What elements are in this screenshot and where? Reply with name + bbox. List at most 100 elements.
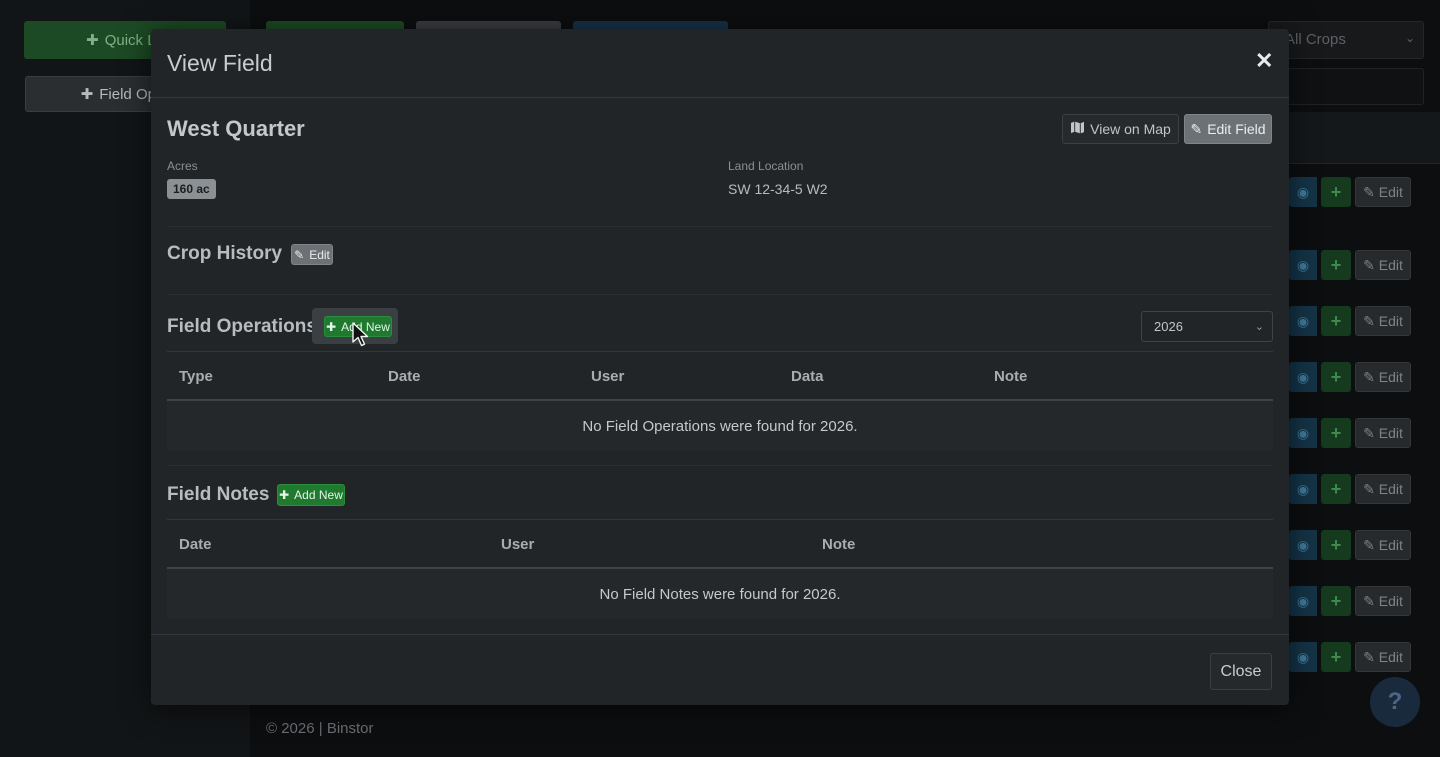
edit-button[interactable]: ✎ Edit (1355, 362, 1411, 392)
close-icon[interactable]: ✕ (1255, 50, 1273, 72)
edit-button[interactable]: ✎ Edit (1355, 474, 1411, 504)
land-location-label: Land Location (728, 159, 804, 173)
add-button[interactable]: + (1321, 530, 1351, 560)
divider (167, 226, 1273, 227)
edit-button[interactable]: ✎ Edit (1355, 418, 1411, 448)
eye-icon[interactable]: ◉ (1289, 362, 1317, 392)
edit-button[interactable]: ✎ Edit (1355, 642, 1411, 672)
view-on-map-button[interactable]: View on Map (1062, 114, 1179, 144)
help-button[interactable]: ? (1370, 677, 1420, 727)
eye-icon[interactable]: ◉ (1289, 642, 1317, 672)
edit-label: Edit (1378, 537, 1403, 553)
crop-history-title: Crop History (167, 243, 283, 264)
eye-icon[interactable]: ◉ (1289, 586, 1317, 616)
pencil-icon: ✎ (1363, 424, 1375, 441)
column-header-date: Date (388, 368, 421, 385)
field-notes-table-header: Date User Note (167, 519, 1273, 569)
add-button[interactable]: + (1321, 306, 1351, 336)
modal-footer: Close (151, 634, 1289, 705)
edit-label: Edit (1378, 425, 1403, 441)
edit-label: Edit (1378, 649, 1403, 665)
view-on-map-label: View on Map (1090, 121, 1171, 137)
top-button-blue[interactable] (573, 21, 728, 29)
add-button[interactable]: + (1321, 642, 1351, 672)
modal-title: View Field (167, 50, 273, 76)
crop-history-edit-button[interactable]: ✎ Edit (291, 244, 333, 265)
acres-badge: 160 ac (167, 179, 216, 199)
field-notes-empty-row: No Field Notes were found for 2026. (167, 569, 1273, 619)
add-button[interactable]: + (1321, 586, 1351, 616)
pencil-icon: ✎ (1190, 120, 1203, 137)
column-header-data: Data (791, 368, 824, 385)
add-button[interactable]: + (1321, 362, 1351, 392)
chevron-down-icon: ⌄ (1404, 31, 1415, 45)
crop-history-edit-label: Edit (309, 247, 330, 262)
table-row-actions: ◉ + ✎ Edit (1289, 250, 1429, 280)
map-icon (1070, 121, 1085, 137)
plus-icon: ✚ (86, 32, 99, 49)
search-input[interactable] (1268, 68, 1424, 105)
edit-label: Edit (1378, 257, 1403, 273)
edit-button[interactable]: ✎ Edit (1355, 306, 1411, 336)
table-row-actions: ◉ + ✎ Edit (1289, 642, 1429, 672)
view-field-modal: View Field ✕ West Quarter View on Map ✎ … (151, 29, 1289, 705)
land-location-value: SW 12-34-5 W2 (728, 181, 828, 197)
edit-button[interactable]: ✎ Edit (1355, 177, 1411, 207)
divider (167, 294, 1273, 295)
edit-field-label: Edit Field (1207, 121, 1266, 137)
plus-icon: ✚ (326, 319, 337, 334)
eye-icon[interactable]: ◉ (1289, 418, 1317, 448)
table-row-actions: ◉ + ✎ Edit (1289, 306, 1429, 336)
pencil-icon: ✎ (1363, 183, 1375, 200)
plus-icon: ✚ (80, 86, 94, 103)
column-header-note: Note (994, 368, 1028, 385)
year-select[interactable]: 2026 ⌄ (1141, 311, 1273, 342)
add-button[interactable]: + (1321, 474, 1351, 504)
edit-label: Edit (1378, 593, 1403, 609)
close-button[interactable]: Close (1210, 653, 1272, 690)
table-row-actions: ◉ + ✎ Edit (1289, 530, 1429, 560)
column-header-note: Note (822, 536, 856, 553)
top-button-green[interactable] (266, 21, 404, 29)
add-button[interactable]: + (1321, 177, 1351, 207)
table-row-actions: ◉ + ✎ Edit (1289, 418, 1429, 448)
edit-label: Edit (1378, 369, 1403, 385)
pencil-icon: ✎ (1363, 536, 1375, 553)
edit-label: Edit (1378, 313, 1403, 329)
divider (167, 465, 1273, 466)
table-row-actions: ◉ + ✎ Edit (1289, 177, 1429, 207)
eye-icon[interactable]: ◉ (1289, 474, 1317, 504)
add-button[interactable]: + (1321, 418, 1351, 448)
eye-icon[interactable]: ◉ (1289, 250, 1317, 280)
table-row-actions: ◉ + ✎ Edit (1289, 474, 1429, 504)
pencil-icon: ✎ (1363, 648, 1375, 665)
table-row-actions: ◉ + ✎ Edit (1289, 362, 1429, 392)
question-icon: ? (1387, 688, 1403, 715)
field-operations-title: Field Operations (167, 316, 317, 337)
edit-label: Edit (1378, 184, 1403, 200)
pencil-icon: ✎ (1363, 256, 1375, 273)
column-header-user: User (591, 368, 625, 385)
edit-label: Edit (1378, 481, 1403, 497)
crop-filter-value: All Crops (1285, 31, 1346, 48)
edit-button[interactable]: ✎ Edit (1355, 530, 1411, 560)
mouse-cursor-icon (352, 322, 369, 347)
crop-filter-select[interactable]: All Crops ⌄ (1268, 21, 1424, 59)
pencil-icon: ✎ (1363, 368, 1375, 385)
edit-button[interactable]: ✎ Edit (1355, 250, 1411, 280)
add-button[interactable]: + (1321, 250, 1351, 280)
column-header-date: Date (179, 536, 212, 553)
column-header-user: User (501, 536, 535, 553)
eye-icon[interactable]: ◉ (1289, 530, 1317, 560)
field-operations-empty-row: No Field Operations were found for 2026. (167, 401, 1273, 451)
plus-icon: ✚ (279, 488, 290, 502)
column-header-type: Type (179, 368, 213, 385)
year-value: 2026 (1154, 319, 1183, 334)
eye-icon[interactable]: ◉ (1289, 306, 1317, 336)
eye-icon[interactable]: ◉ (1289, 177, 1317, 207)
top-button-gray[interactable] (416, 21, 561, 29)
edit-button[interactable]: ✎ Edit (1355, 586, 1411, 616)
add-field-note-button[interactable]: ✚ Add New (277, 484, 345, 506)
edit-field-button[interactable]: ✎ Edit Field (1184, 114, 1272, 144)
field-name: West Quarter (167, 116, 305, 141)
